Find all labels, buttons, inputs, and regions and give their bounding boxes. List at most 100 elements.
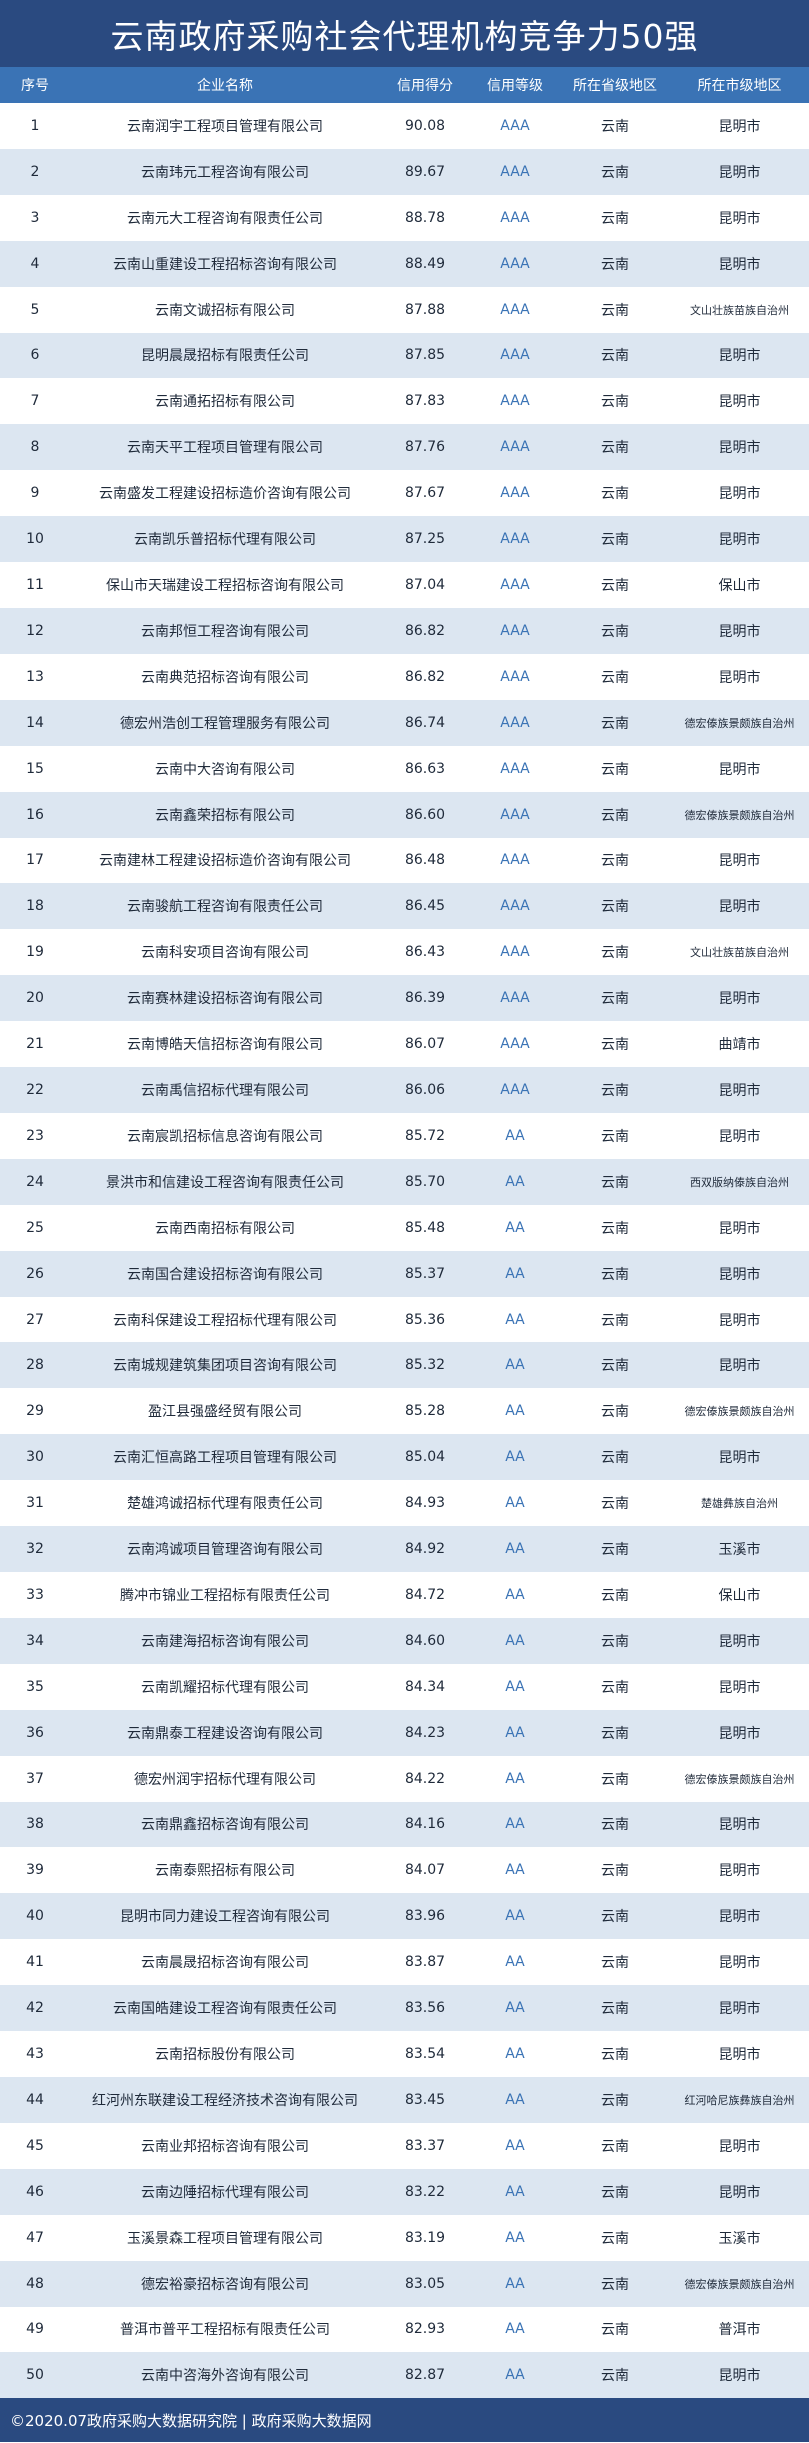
city-cell: 昆明市 [718, 532, 761, 549]
city-cell: 昆明市 [718, 1358, 761, 1375]
company-cell: 云南科保建设工程招标代理有限公司 [113, 1312, 337, 1329]
table-row: 21 云南博皓天信招标咨询有限公司 86.07 AAA 云南 曲靖市 [0, 1021, 809, 1068]
company-cell: 云南建海招标咨询有限公司 [141, 1633, 309, 1650]
grade-cell: AA [505, 2137, 525, 2154]
score-cell: 84.16 [404, 1816, 446, 1833]
table-row: 25 云南西南招标有限公司 85.48 AA 云南 昆明市 [0, 1204, 809, 1251]
province-cell: 云南 [601, 623, 629, 640]
company-cell: 德宏州浩创工程管理服务有限公司 [120, 715, 330, 732]
score-cell: 86.39 [404, 990, 446, 1007]
province-cell: 云南 [601, 1679, 629, 1696]
rank-cell: 3 [30, 209, 40, 226]
city-cell: 昆明市 [718, 164, 761, 181]
rank-cell: 50 [26, 2367, 44, 2384]
rank-cell: 15 [26, 760, 44, 777]
company-cell: 云南凯乐普招标代理有限公司 [134, 532, 316, 549]
city-cell: 昆明市 [718, 1955, 761, 1972]
grade-cell: AAA [500, 485, 530, 502]
company-cell: 云南典范招标咨询有限公司 [141, 669, 309, 686]
city-cell: 昆明市 [718, 210, 761, 227]
table-row: 40 昆明市同力建设工程咨询有限公司 83.96 AA 云南 昆明市 [0, 1893, 809, 1940]
grade-cell: AAA [500, 347, 530, 364]
grade-cell: AA [505, 1632, 525, 1649]
score-cell: 87.85 [404, 347, 446, 364]
company-cell: 德宏裕豪招标咨询有限公司 [141, 2276, 309, 2293]
grade-cell: AAA [500, 439, 530, 456]
rank-cell: 20 [26, 990, 44, 1007]
table-row: 11 保山市天瑞建设工程招标咨询有限公司 87.04 AAA 云南 保山市 [0, 562, 809, 608]
province-cell: 云南 [601, 669, 629, 686]
score-cell: 84.34 [404, 1678, 446, 1695]
province-cell: 云南 [601, 348, 629, 365]
score-cell: 85.48 [404, 1219, 446, 1236]
company-cell: 盈江县强盛经贸有限公司 [148, 1404, 302, 1421]
grade-cell: AAA [500, 393, 530, 410]
score-cell: 86.63 [404, 760, 446, 777]
score-cell: 90.08 [404, 117, 446, 134]
province-cell: 云南 [601, 1817, 629, 1834]
city-cell: 文山壮族苗族自治州 [690, 303, 789, 317]
grade-cell: AA [505, 1678, 525, 1695]
score-cell: 86.43 [404, 944, 446, 961]
city-cell: 文山壮族苗族自治州 [690, 946, 789, 960]
rank-cell: 13 [26, 668, 44, 685]
rank-cell: 44 [26, 2091, 44, 2108]
table-row: 4 云南山重建设工程招标咨询有限公司 88.49 AAA 云南 昆明市 [0, 240, 809, 287]
table-row: 5 云南文诚招标有限公司 87.88 AAA 云南 文山壮族苗族自治州 [0, 286, 809, 333]
rank-cell: 43 [26, 2046, 44, 2063]
table-body: 1 云南润宇工程项目管理有限公司 90.08 AAA 云南 昆明市 2 云南玮元工程咨询有限公… [0, 103, 809, 2399]
province-cell: 云南 [601, 1725, 629, 1742]
grade-cell: AAA [500, 531, 530, 548]
score-cell: 88.49 [404, 255, 446, 272]
table-row: 28 云南城规建筑集团项目咨询有限公司 85.32 AA 云南 昆明市 [0, 1342, 809, 1389]
province-cell: 云南 [601, 853, 629, 870]
rank-cell: 42 [26, 2000, 44, 2017]
province-cell: 云南 [601, 2001, 629, 2018]
company-cell: 云南鸿诚项目管理咨询有限公司 [127, 1542, 323, 1559]
province-cell: 云南 [601, 945, 629, 962]
table-row: 19 云南科安项目咨询有限公司 86.43 AAA 云南 文山壮族苗族自治州 [0, 929, 809, 976]
score-cell: 84.60 [404, 1632, 446, 1649]
province-cell: 云南 [601, 164, 629, 181]
city-cell: 昆明市 [718, 1725, 761, 1742]
province-cell: 云南 [601, 1358, 629, 1375]
rank-cell: 40 [26, 1908, 44, 1925]
company-cell: 云南通拓招标有限公司 [155, 394, 295, 411]
grade-cell: AA [505, 1816, 525, 1833]
city-cell: 昆明市 [718, 1863, 761, 1880]
score-cell: 85.04 [404, 1449, 446, 1466]
rank-cell: 4 [30, 255, 40, 272]
province-cell: 云南 [601, 1312, 629, 1329]
province-cell: 云南 [601, 1082, 629, 1099]
company-cell: 云南山重建设工程招标咨询有限公司 [113, 256, 337, 273]
rank-cell: 49 [26, 2321, 44, 2338]
city-cell: 德宏傣族景颇族自治州 [684, 716, 795, 730]
rank-cell: 8 [30, 439, 40, 456]
province-cell: 云南 [601, 2184, 629, 2201]
table-row: 33 腾冲市锦业工程招标有限责任公司 84.72 AA 云南 保山市 [0, 1572, 809, 1618]
city-cell: 昆明市 [718, 1082, 761, 1099]
company-cell: 玉溪景森工程项目管理有限公司 [127, 2230, 323, 2247]
province-cell: 云南 [601, 1587, 629, 1604]
province-cell: 云南 [601, 1633, 629, 1650]
city-cell: 玉溪市 [718, 2230, 761, 2247]
province-cell: 云南 [601, 899, 629, 916]
table-row: 43 云南招标股份有限公司 83.54 AA 云南 昆明市 [0, 2031, 809, 2077]
rank-cell: 24 [26, 1173, 44, 1190]
city-cell: 昆明市 [718, 761, 761, 778]
grade-cell: AA [505, 1173, 525, 1190]
header-province: 所在省级地区 [573, 78, 657, 94]
table-row: 31 楚雄鸿诚招标代理有限责任公司 84.93 AA 云南 楚雄彝族自治州 [0, 1480, 809, 1527]
grade-cell: AA [505, 1357, 525, 1374]
grade-cell: AAA [500, 1081, 530, 1098]
table-row: 8 云南天平工程项目管理有限公司 87.76 AAA 云南 昆明市 [0, 424, 809, 471]
rank-cell: 1 [30, 117, 40, 134]
header-city: 所在市级地区 [697, 78, 782, 94]
city-cell: 楚雄彝族自治州 [701, 1497, 778, 1511]
province-cell: 云南 [601, 1542, 629, 1559]
grade-cell: AAA [500, 990, 530, 1007]
company-cell: 云南泰熙招标有限公司 [155, 1863, 295, 1880]
table-row: 24 景洪市和信建设工程咨询有限责任公司 85.70 AA 云南 西双版纳傣族自治州 [0, 1158, 809, 1205]
city-cell: 玉溪市 [718, 1542, 761, 1559]
score-cell: 83.22 [404, 2183, 446, 2200]
